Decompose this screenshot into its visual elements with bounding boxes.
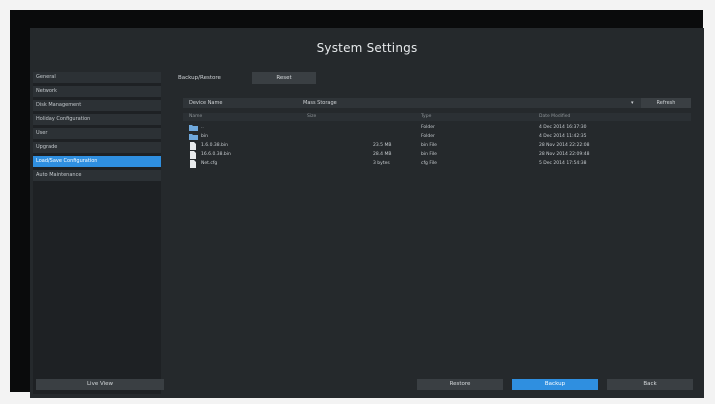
file-type: bin File bbox=[421, 143, 437, 148]
sidebar: General Network Disk Management Holiday … bbox=[33, 72, 164, 394]
chevron-down-icon[interactable]: ▾ bbox=[631, 98, 634, 108]
file-type: bin File bbox=[421, 152, 437, 157]
sidebar-item-holiday-configuration[interactable]: Holiday Configuration bbox=[33, 114, 161, 125]
file-name: 1.6.0.38.bin bbox=[201, 143, 228, 148]
file-date: 28 Nov 2014 22:22:08 bbox=[539, 143, 590, 148]
screen-frame: System Settings General Network Disk Man… bbox=[10, 10, 704, 398]
column-header-date-modified[interactable]: Date Modified bbox=[539, 113, 570, 121]
file-type: Folder bbox=[421, 125, 435, 130]
sidebar-item-upgrade[interactable]: Upgrade bbox=[33, 142, 161, 153]
file-icon bbox=[190, 141, 196, 150]
file-size: 3 bytes bbox=[373, 161, 390, 166]
main-content: Backup/Restore Reset Device Name Mass St… bbox=[166, 72, 698, 394]
back-button[interactable]: Back bbox=[607, 379, 693, 390]
live-view-button[interactable]: Live View bbox=[36, 379, 164, 390]
sidebar-item-load-save-configuration[interactable]: Load/Save Configuration bbox=[33, 156, 161, 167]
file-name: Net.cfg bbox=[201, 161, 218, 166]
sidebar-item-network[interactable]: Network bbox=[33, 86, 161, 97]
file-name: .. bbox=[201, 125, 204, 130]
system-settings-window: System Settings General Network Disk Man… bbox=[30, 28, 704, 398]
file-type: cfg File bbox=[421, 161, 437, 166]
tab-backup-restore[interactable]: Backup/Restore bbox=[178, 75, 221, 81]
file-table-body: .. Folder 4 Dec 2014 16:37:30 bin Folder… bbox=[183, 123, 691, 168]
reset-button[interactable]: Reset bbox=[252, 72, 316, 84]
file-date: 4 Dec 2014 16:37:30 bbox=[539, 125, 587, 130]
file-date: 4 Dec 2014 11:42:35 bbox=[539, 134, 587, 139]
device-selector[interactable]: Device Name Mass Storage ▾ Refresh bbox=[183, 98, 691, 108]
file-type: Folder bbox=[421, 134, 435, 139]
backup-button[interactable]: Backup bbox=[512, 379, 598, 390]
column-header-name[interactable]: Name bbox=[189, 113, 202, 121]
file-date: 5 Dec 2014 17:54:38 bbox=[539, 161, 587, 166]
restore-button[interactable]: Restore bbox=[417, 379, 503, 390]
refresh-button[interactable]: Refresh bbox=[641, 98, 691, 108]
file-icon bbox=[190, 159, 196, 168]
device-name-label: Device Name bbox=[189, 100, 223, 106]
table-row[interactable]: 1.6.0.38.bin 23.5 MB bin File 28 Nov 201… bbox=[183, 141, 691, 150]
file-size: 23.5 MB bbox=[373, 143, 392, 148]
column-header-type[interactable]: Type bbox=[421, 113, 431, 121]
window-title: System Settings bbox=[316, 41, 418, 55]
file-size: 28.4 MB bbox=[373, 152, 392, 157]
sidebar-item-disk-management[interactable]: Disk Management bbox=[33, 100, 161, 111]
table-row[interactable]: .. Folder 4 Dec 2014 16:37:30 bbox=[183, 123, 691, 132]
table-row[interactable]: 16.6.0.38.bin 28.4 MB bin File 28 Nov 20… bbox=[183, 150, 691, 159]
file-date: 28 Nov 2014 22:09:48 bbox=[539, 152, 590, 157]
sidebar-item-user[interactable]: User bbox=[33, 128, 161, 139]
file-icon bbox=[190, 150, 196, 159]
folder-icon bbox=[189, 134, 198, 140]
file-name: bin bbox=[201, 134, 208, 139]
folder-up-icon bbox=[189, 125, 198, 131]
column-header-size[interactable]: Size bbox=[307, 113, 316, 121]
table-row[interactable]: Net.cfg 3 bytes cfg File 5 Dec 2014 17:5… bbox=[183, 159, 691, 168]
table-row[interactable]: bin Folder 4 Dec 2014 11:42:35 bbox=[183, 132, 691, 141]
file-table-header: Name Size Type Date Modified bbox=[183, 113, 691, 121]
device-name-value[interactable]: Mass Storage bbox=[303, 98, 337, 108]
sidebar-item-auto-maintenance[interactable]: Auto Maintenance bbox=[33, 170, 161, 181]
sidebar-item-general[interactable]: General bbox=[33, 72, 161, 83]
file-name: 16.6.0.38.bin bbox=[201, 152, 231, 157]
